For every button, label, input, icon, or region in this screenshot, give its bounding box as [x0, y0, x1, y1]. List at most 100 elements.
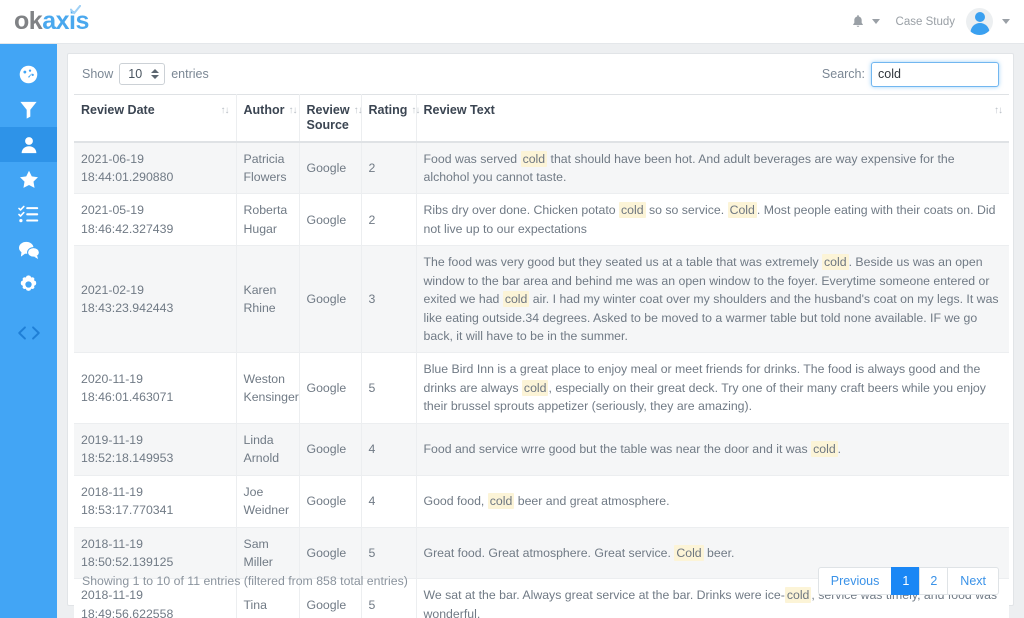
pagination-button-previous[interactable]: Previous: [817, 566, 892, 596]
column-header-review-date[interactable]: Review Date ↑↓: [74, 94, 237, 143]
search-term-highlight: cold: [487, 492, 515, 509]
page-length-value: 10: [128, 67, 143, 81]
sidebar-top-spacer: [0, 44, 57, 57]
cell-review-source: Google: [299, 423, 362, 476]
page-length-select[interactable]: 10: [119, 63, 166, 85]
column-header-label: Review Date: [81, 103, 155, 117]
cell-review-date: 2018-11-19 18:53:17.770341: [74, 475, 237, 528]
app-logo[interactable]: okaxis: [0, 5, 160, 35]
table-body: 2021-06-19 18:44:01.290880 Patricia Flowe…: [74, 141, 1009, 618]
sidebar-item-users[interactable]: [0, 127, 57, 162]
reviews-table: Review Date ↑↓ Author ↑↓ Review Source ↑…: [74, 94, 1009, 618]
cell-rating: 5: [361, 352, 417, 424]
sidebar-item-dashboard[interactable]: [0, 57, 57, 92]
column-header-label: Review Source: [306, 103, 350, 132]
datatable-card: Show 10 entries Search: cold Review Date…: [67, 53, 1014, 618]
cell-rating: 3: [361, 245, 417, 354]
cell-review-text: Food and service wrre good but the table…: [416, 423, 1009, 476]
bell-icon[interactable]: [851, 14, 865, 29]
cell-review-text: Good food, cold beer and great atmospher…: [416, 475, 1009, 528]
cell-author: Joe Weidner: [236, 475, 300, 528]
cell-review-date: 2019-11-19 18:52:18.149953: [74, 423, 237, 476]
sidebar-item-messages[interactable]: [0, 232, 57, 267]
dashboard-gauge-icon: [19, 65, 38, 84]
column-header-label: Rating: [368, 103, 408, 117]
avatar-body: [970, 23, 989, 35]
cell-author: Patricia Flowers: [236, 141, 300, 195]
table-row: 2021-02-19 18:43:23.942443 Karen Rhine Goo…: [74, 245, 1009, 354]
cell-review-source: Google: [299, 193, 362, 247]
show-label: Show: [82, 67, 114, 81]
checkmark-icon: [70, 5, 81, 15]
sort-arrows-icon: ↑↓: [220, 105, 230, 116]
cell-review-date: 2020-11-19 18:46:01.463071: [74, 352, 237, 424]
search-term-highlight: cold: [811, 440, 838, 457]
sidebar-item-settings[interactable]: [0, 267, 57, 302]
notifications-chevron-down-icon[interactable]: [871, 19, 880, 24]
sidebar-item-reviews[interactable]: [0, 162, 57, 197]
cell-review-text: Blue Bird Inn is a great place to enjoy …: [416, 352, 1009, 424]
table-row: 2018-11-19 18:53:17.770341 Joe Weidner Goo…: [74, 475, 1009, 528]
search-term-highlight: cold: [521, 379, 549, 396]
search-input[interactable]: [871, 61, 999, 87]
column-header-author[interactable]: Author ↑↓: [236, 94, 300, 143]
sort-arrows-icon: ↑↓: [288, 105, 297, 116]
sidebar-item-developer[interactable]: [0, 315, 57, 350]
cell-author: Linda Arnold: [236, 423, 300, 476]
table-header-row: Review Date ↑↓ Author ↑↓ Review Source ↑…: [74, 94, 1009, 143]
account-label: Case Study: [895, 15, 955, 28]
cell-review-source: Google: [299, 245, 362, 354]
account-chevron-down-icon[interactable]: [1002, 19, 1010, 24]
stepper-arrows-icon: [151, 69, 160, 79]
header-actions: Case Study: [851, 8, 1024, 35]
code-brackets-icon: [17, 325, 40, 340]
table-row: 2019-11-19 18:52:18.149953 Linda Arnold Go…: [74, 423, 1009, 476]
avatar[interactable]: [966, 8, 993, 35]
search-label: Search:: [821, 67, 865, 81]
column-header-review-text[interactable]: Review Text ↑↓: [416, 94, 1009, 143]
chat-bubbles-icon: [18, 241, 40, 259]
cell-rating: 2: [361, 141, 417, 195]
top-header-bar: okaxis Case Study: [0, 0, 1024, 44]
pagination-button-2[interactable]: 2: [919, 566, 948, 596]
gear-icon: [20, 275, 37, 291]
star-icon: [19, 170, 38, 188]
entries-label: entries: [171, 67, 209, 81]
sort-arrows-icon: ↑↓: [994, 105, 1003, 116]
checklist-icon: [18, 205, 39, 223]
pagination-button-next[interactable]: Next: [947, 566, 999, 596]
search-control: Search:: [821, 61, 999, 87]
table-row: 2020-11-19 18:46:01.463071 Weston Kensing…: [74, 352, 1009, 424]
cell-rating: 2: [361, 193, 417, 247]
filter-funnel-icon: [20, 101, 37, 119]
logo-text-ok: ok: [14, 7, 43, 35]
cell-author: Weston Kensinger: [236, 352, 300, 424]
pagination-button-1[interactable]: 1: [891, 566, 920, 596]
cell-author: Roberta Hugar: [236, 193, 300, 247]
cell-author: Karen Rhine: [236, 245, 300, 354]
sidebar-divider-spacer: [0, 302, 57, 315]
search-term-highlight: cold: [822, 254, 849, 271]
table-row: 2021-06-19 18:44:01.290880 Patricia Flowe…: [74, 141, 1009, 195]
table-info: Showing 1 to 10 of 11 entries (filtered …: [82, 574, 408, 588]
cell-review-text: The food was very good but they seated u…: [416, 245, 1009, 354]
user-icon: [21, 136, 36, 153]
cell-rating: 4: [361, 475, 417, 528]
column-header-label: Author: [243, 103, 285, 117]
table-header: Review Date ↑↓ Author ↑↓ Review Source ↑…: [74, 94, 1009, 143]
search-term-highlight: cold: [619, 202, 646, 219]
sidebar-item-tasks[interactable]: [0, 197, 57, 232]
datatable-footer: Showing 1 to 10 of 11 entries (filtered …: [68, 557, 1013, 605]
column-header-review-source[interactable]: Review Source ↑↓: [299, 94, 363, 143]
cell-review-text: Ribs dry over done. Chicken potato cold …: [416, 193, 1009, 247]
cell-review-text: Food was served cold that should have be…: [416, 141, 1009, 195]
sidebar-item-filter[interactable]: [0, 92, 57, 127]
cell-review-date: 2021-06-19 18:44:01.290880: [74, 141, 237, 195]
column-header-rating[interactable]: Rating ↑↓: [361, 94, 420, 143]
logo-text-axis: axis: [42, 7, 89, 35]
cell-review-date: 2021-02-19 18:43:23.942443: [74, 245, 237, 354]
cell-review-date: 2021-05-19 18:46:42.327439: [74, 193, 237, 247]
cell-review-source: Google: [299, 475, 362, 528]
cell-review-source: Google: [299, 141, 362, 195]
page-length-control: Show 10 entries: [82, 63, 209, 85]
